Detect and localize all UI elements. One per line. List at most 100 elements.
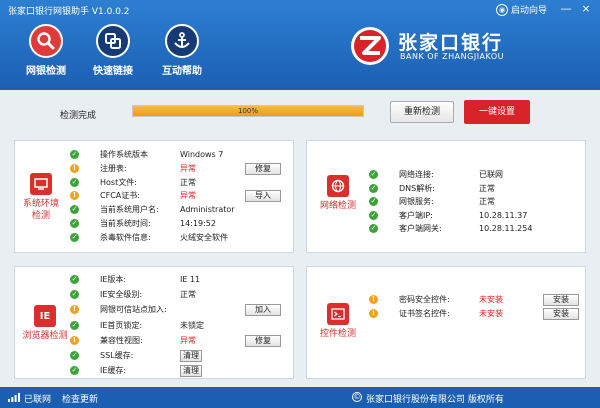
bank-name: 张家口银行 — [398, 32, 504, 54]
check-item-name: 兼容性视图: — [100, 335, 143, 345]
check-item-value: 10.28.11.254 — [479, 224, 533, 234]
check-item-value: 正常 — [180, 290, 196, 300]
check-item-action-button[interactable]: 安装 — [543, 308, 579, 320]
check-item-value: 10.28.11.37 — [479, 210, 528, 220]
warning-icon: ! — [70, 335, 79, 345]
startup-guide-link[interactable]: ◉ 启动向导 — [496, 3, 547, 16]
recheck-button[interactable]: 重新检测 — [390, 101, 454, 123]
check-item-action-button[interactable]: 安装 — [543, 294, 579, 306]
copyright-text: 张家口银行股份有限公司 版权所有 — [366, 395, 504, 405]
warning-icon: ! — [70, 191, 79, 201]
ok-check-icon: ✓ — [70, 205, 79, 215]
copyright-icon: © — [352, 392, 362, 402]
check-item-name: SSL缓存: — [100, 351, 134, 360]
check-item-value: 未锁定 — [180, 320, 204, 330]
ok-check-icon: ✓ — [70, 366, 79, 376]
check-item-value: 火绒安全软件 — [180, 232, 228, 242]
warning-icon: ! — [70, 163, 79, 173]
progress-label: 检测完成 — [60, 111, 97, 121]
bank-name-en: BANK OF ZHANGJIAKOU — [400, 52, 504, 61]
warning-icon: ! — [70, 305, 79, 315]
check-item-name: 当前系统时间: — [100, 219, 151, 228]
check-item-value: 正常 — [479, 197, 495, 207]
check-item-value: 14:19:52 — [180, 219, 216, 228]
ok-check-icon: ✓ — [70, 290, 79, 300]
check-item-action-button[interactable]: 导入 — [245, 190, 281, 203]
check-item-name: 客户端IP: — [399, 210, 433, 220]
interactive-help-button[interactable]: 互动帮助 — [147, 24, 217, 77]
check-item-value: 未安装 — [479, 309, 503, 318]
system-category: 系统环境检测 — [21, 173, 61, 222]
ok-check-icon: ✓ — [369, 170, 378, 179]
check-item-value: 异常 — [180, 191, 196, 201]
check-item-name: 操作系统版本 — [100, 150, 148, 159]
check-item-name: 注册表: — [100, 163, 127, 173]
quick-link-button[interactable]: 快速链接 — [78, 24, 148, 77]
check-item-value: IE 11 — [180, 275, 201, 284]
check-item-value: 异常 — [180, 335, 196, 345]
close-button[interactable]: × — [580, 3, 592, 15]
check-item-value: Administrator — [180, 205, 235, 215]
guide-icon: ◉ — [496, 3, 508, 16]
check-item-name: 密码安全控件: — [399, 295, 450, 304]
ok-check-icon: ✓ — [369, 224, 378, 234]
check-item-name: 杀毒软件信息: — [100, 232, 151, 242]
check-item-value: 正常 — [180, 177, 196, 187]
check-item-action-button[interactable]: 清理 — [180, 365, 202, 378]
check-item-name: 网银可信站点加入: — [100, 305, 167, 315]
check-item-value: 未安装 — [479, 295, 503, 304]
progress-text: 100% — [237, 107, 258, 115]
check-item-name: IE安全级别: — [100, 290, 143, 300]
check-item-name: 网络连接: — [399, 170, 434, 179]
ok-check-icon: ✓ — [369, 197, 378, 207]
ok-check-icon: ✓ — [70, 219, 79, 228]
check-item-name: DNS解析: — [399, 183, 435, 193]
check-item-action-button[interactable]: 修复 — [245, 162, 281, 175]
check-item-action-button[interactable]: 修复 — [245, 334, 281, 347]
warning-icon: ! — [369, 309, 378, 318]
check-item-name: 证书签名控件: — [399, 309, 450, 318]
system-panel: 系统环境检测 ✓ 操作系统版本 Windows 7! 注册表: 异常 修复 ✓ Host文件:… — [14, 140, 294, 253]
network-category-label: 网络检测 — [319, 201, 356, 211]
check-item-value: 异常 — [180, 163, 196, 173]
network-panel: 网络检测 ✓ 网络连接: 已联网 ✓ DNS解析: 正常 ✓ 网银服务: 正常 ✓ 客户端IP: 10… — [306, 140, 586, 253]
check-item-name: IE缓存: — [100, 366, 127, 376]
check-item-name: 网银服务: — [399, 197, 434, 207]
bank-check-button[interactable]: 网银检测 — [11, 24, 81, 77]
ok-check-icon: ✓ — [70, 177, 79, 187]
app-title: 张家口银行网银助手 V1.0.0.2 — [8, 7, 130, 17]
check-item-name: IE版本: — [100, 275, 127, 284]
controls-category: 控件检测 — [315, 303, 361, 340]
progress-bar: 100% — [132, 105, 364, 117]
controls-category-label: 控件检测 — [319, 329, 356, 339]
one-key-setup-button[interactable]: 一键设置 — [464, 100, 530, 124]
check-item-value: Windows 7 — [180, 150, 224, 159]
ok-check-icon: ✓ — [70, 320, 79, 330]
check-item-action-button[interactable]: 清理 — [180, 350, 202, 362]
bank-logo-icon — [351, 27, 389, 65]
terminal-icon — [327, 303, 349, 325]
interactive-help-label: 互动帮助 — [162, 66, 202, 77]
ie-icon: IE — [34, 305, 56, 327]
signal-icon — [8, 393, 20, 402]
monitor-icon — [30, 173, 52, 195]
check-update-link[interactable]: 检查更新 — [62, 392, 98, 405]
ok-check-icon: ✓ — [70, 275, 79, 284]
minimize-button[interactable]: — — [560, 3, 572, 15]
warning-icon: ! — [369, 295, 378, 304]
check-item-name: Host文件: — [100, 177, 137, 187]
title-bar[interactable]: 张家口银行网银助手 V1.0.0.2 ◉ 启动向导 — × — [0, 0, 600, 20]
check-item-action-button[interactable]: 加入 — [245, 304, 281, 317]
ok-check-icon: ✓ — [70, 351, 79, 360]
ok-check-icon: ✓ — [70, 150, 79, 159]
bank-check-label: 网银检测 — [26, 66, 66, 77]
browser-category: IE 浏览器检测 — [19, 305, 71, 342]
globe-icon — [327, 175, 349, 197]
check-item-name: 客户端网关: — [399, 224, 442, 234]
network-category: 网络检测 — [315, 175, 361, 212]
check-item-value: 正常 — [479, 183, 495, 193]
link-icon — [96, 24, 130, 58]
bank-logo: 张家口银行 BANK OF ZHANGJIAKOU — [350, 26, 550, 66]
check-item-name: CFCA证书: — [100, 191, 140, 201]
anchor-icon — [165, 24, 199, 58]
